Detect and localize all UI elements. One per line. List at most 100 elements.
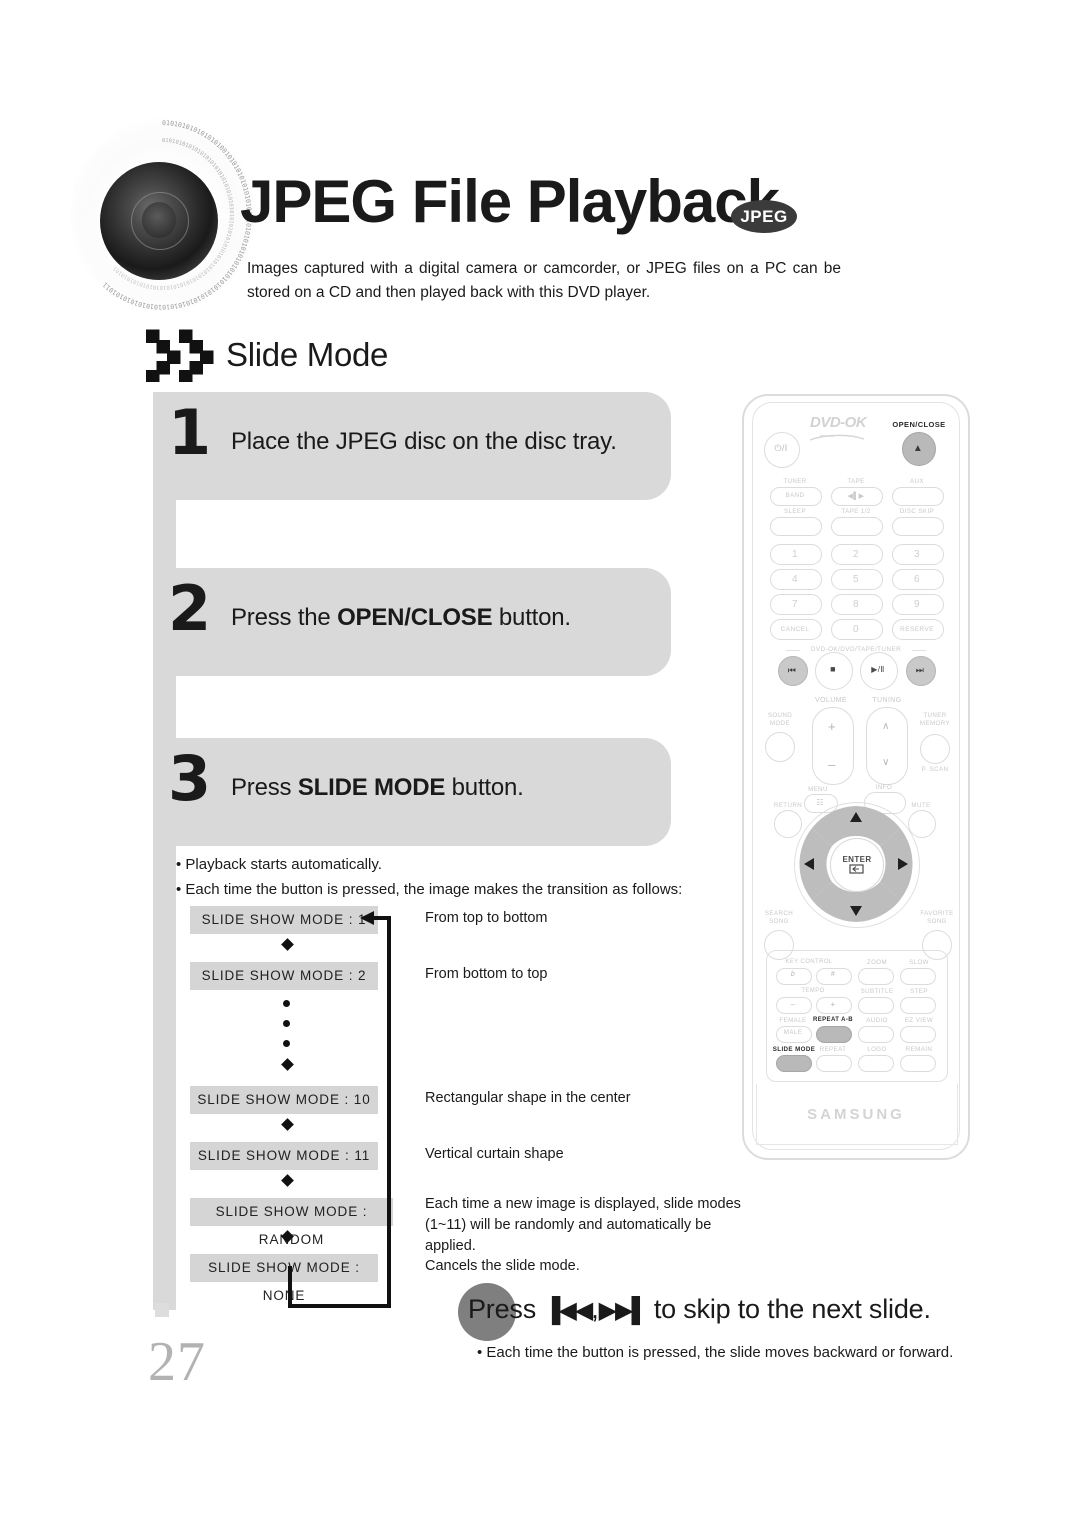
key-flat-label: b: [790, 971, 796, 978]
mode-description: Each time a new image is displayed, slid…: [425, 1196, 741, 1255]
repeat-ab-button[interactable]: [816, 1026, 852, 1043]
p-scan-label: P. SCAN: [921, 766, 949, 773]
zoom-label: ZOOM: [866, 959, 888, 966]
enter-button[interactable]: ENTER: [830, 838, 884, 892]
repeat-label: REPEAT: [819, 1046, 847, 1053]
mode-description: From top to bottom: [425, 910, 548, 926]
numpad-2-label: 2: [853, 549, 859, 560]
volume-down-icon: –: [828, 757, 836, 772]
ellipsis-dot-icon: [283, 1020, 290, 1027]
flow-arrow-icon: [281, 1058, 294, 1071]
step-text-before: Press the: [231, 604, 338, 631]
mode-box: SLIDE SHOW MODE : 11: [190, 1142, 378, 1170]
numpad-9-label: 9: [914, 599, 920, 610]
sleep-label: SLEEP: [784, 508, 806, 515]
left-accent-bar: [153, 392, 176, 1310]
ez-view-button[interactable]: [900, 1026, 936, 1043]
step-text: Place the JPEG disc on the disc tray.: [231, 428, 617, 456]
header-description: Images captured with a digital camera or…: [247, 260, 841, 302]
skip-tail: to skip to the next slide.: [653, 1294, 931, 1324]
next-track-icon: ▶▶▌: [598, 1297, 649, 1324]
logo-button[interactable]: [858, 1055, 894, 1072]
remain-button[interactable]: [900, 1055, 936, 1072]
repeat-button[interactable]: [816, 1055, 852, 1072]
mode-description: Vertical curtain shape: [425, 1146, 564, 1162]
tape12-button[interactable]: [831, 517, 883, 536]
step-text-after: button.: [492, 604, 571, 631]
disc-skip-label: DISC SKIP: [899, 508, 935, 515]
step-button[interactable]: [900, 997, 936, 1014]
tuning-down-icon: ∨: [882, 757, 890, 768]
subtitle-label: SUBTITLE: [860, 988, 894, 995]
mode-box: SLIDE SHOW MODE : RANDOM: [190, 1198, 393, 1247]
info-label: INFO: [875, 784, 893, 791]
step-text-bold: OPEN/CLOSE: [337, 604, 493, 631]
mode-description: Rectangular shape in the center: [425, 1090, 631, 1106]
power-icon: ⏻/I: [774, 443, 788, 453]
mode-box: SLIDE SHOW MODE : 1: [190, 906, 378, 934]
flow-loop-head: [372, 916, 391, 920]
male-label: MALE: [783, 1029, 803, 1036]
slide-mode-button[interactable]: [776, 1055, 812, 1072]
tape-label: TAPE: [847, 478, 865, 485]
remain-label: REMAIN: [905, 1046, 933, 1053]
logo-label: LOGO: [867, 1046, 887, 1053]
volume-label: VOLUME: [815, 697, 847, 704]
favorite-song-label: FAVORITE SONG: [920, 910, 954, 926]
tempo-minus-label: –: [790, 1000, 796, 1009]
page-marker: [155, 1303, 169, 1317]
tuning-rocker[interactable]: [866, 707, 908, 785]
tuning-up-icon: ∧: [882, 721, 890, 732]
mode-box: SLIDE SHOW MODE : 2: [190, 962, 378, 990]
tape12-label: TAPE 1/2: [841, 508, 871, 515]
sound-mode-label: SOUND MODE: [767, 712, 793, 728]
band-label: BAND: [785, 492, 805, 499]
tuner-memory-button[interactable]: [920, 734, 950, 764]
numpad-1-label: 1: [792, 549, 798, 560]
audio-button[interactable]: [858, 1026, 894, 1043]
mode-box: SLIDE SHOW MODE : NONE: [190, 1254, 378, 1303]
tape-direction-icon: ◀▌▶: [847, 493, 865, 500]
step-text-bold: SLIDE MODE: [297, 774, 446, 801]
step-1: 1 Place the JPEG disc on the disc tray.: [153, 392, 671, 500]
mode-description: Cancels the slide mode.: [425, 1258, 580, 1274]
numpad-3-label: 3: [914, 549, 920, 560]
press-label: Press: [468, 1294, 537, 1324]
numpad-8-label: 8: [853, 599, 859, 610]
disc-skip-button[interactable]: [892, 517, 944, 536]
slide-mode-label: SLIDE MODE: [772, 1046, 816, 1053]
key-sharp-label: #: [830, 971, 836, 978]
numpad-0-label: 0: [853, 624, 859, 635]
mode-box: SLIDE SHOW MODE : 10: [190, 1086, 378, 1114]
sleep-button[interactable]: [770, 517, 822, 536]
enter-label: ENTER: [842, 855, 872, 864]
subtitle-button[interactable]: [858, 997, 894, 1014]
menu-label: MENU: [808, 786, 828, 793]
female-label: FEMALE: [779, 1017, 807, 1024]
step-text-after: button.: [445, 774, 524, 801]
disc-core: [100, 162, 218, 280]
section-title: Slide Mode: [226, 336, 389, 373]
step-text-before: Press: [231, 774, 298, 801]
zoom-button[interactable]: [858, 968, 894, 985]
cancel-label: CANCEL: [780, 626, 810, 633]
slow-button[interactable]: [900, 968, 936, 985]
tuner-memory-label: TUNER MEMORY: [919, 712, 951, 728]
note-item: • Playback starts automatically.: [176, 856, 382, 873]
enter-arrow-icon: [849, 864, 864, 874]
ellipsis-dot-icon: [283, 1040, 290, 1047]
glyph-separator: ,: [591, 1294, 599, 1324]
sound-mode-button[interactable]: [765, 732, 795, 762]
flow-loop-line: [387, 916, 391, 1308]
play-pause-icon: ▶/Ⅱ: [871, 665, 885, 674]
section-heading: Slide Mode: [146, 328, 388, 382]
notes-list: • Playback starts automatically. • Each …: [176, 853, 716, 903]
skip-instruction: Press ▐◀◀,▶▶▌ to skip to the next slide.: [468, 1294, 931, 1325]
audio-label: AUDIO: [866, 1017, 888, 1024]
flow-row: SLIDE SHOW MODE : 11 Vertical curtain sh…: [190, 1142, 730, 1198]
slide-mode-flow-diagram: SLIDE SHOW MODE : 1 From top to bottom S…: [190, 906, 741, 1310]
dvd-ok-swoosh-icon: [809, 434, 865, 441]
aux-button[interactable]: [892, 487, 944, 506]
step-label: STEP: [910, 988, 928, 995]
key-control-label: KEY CONTROL: [785, 959, 833, 965]
